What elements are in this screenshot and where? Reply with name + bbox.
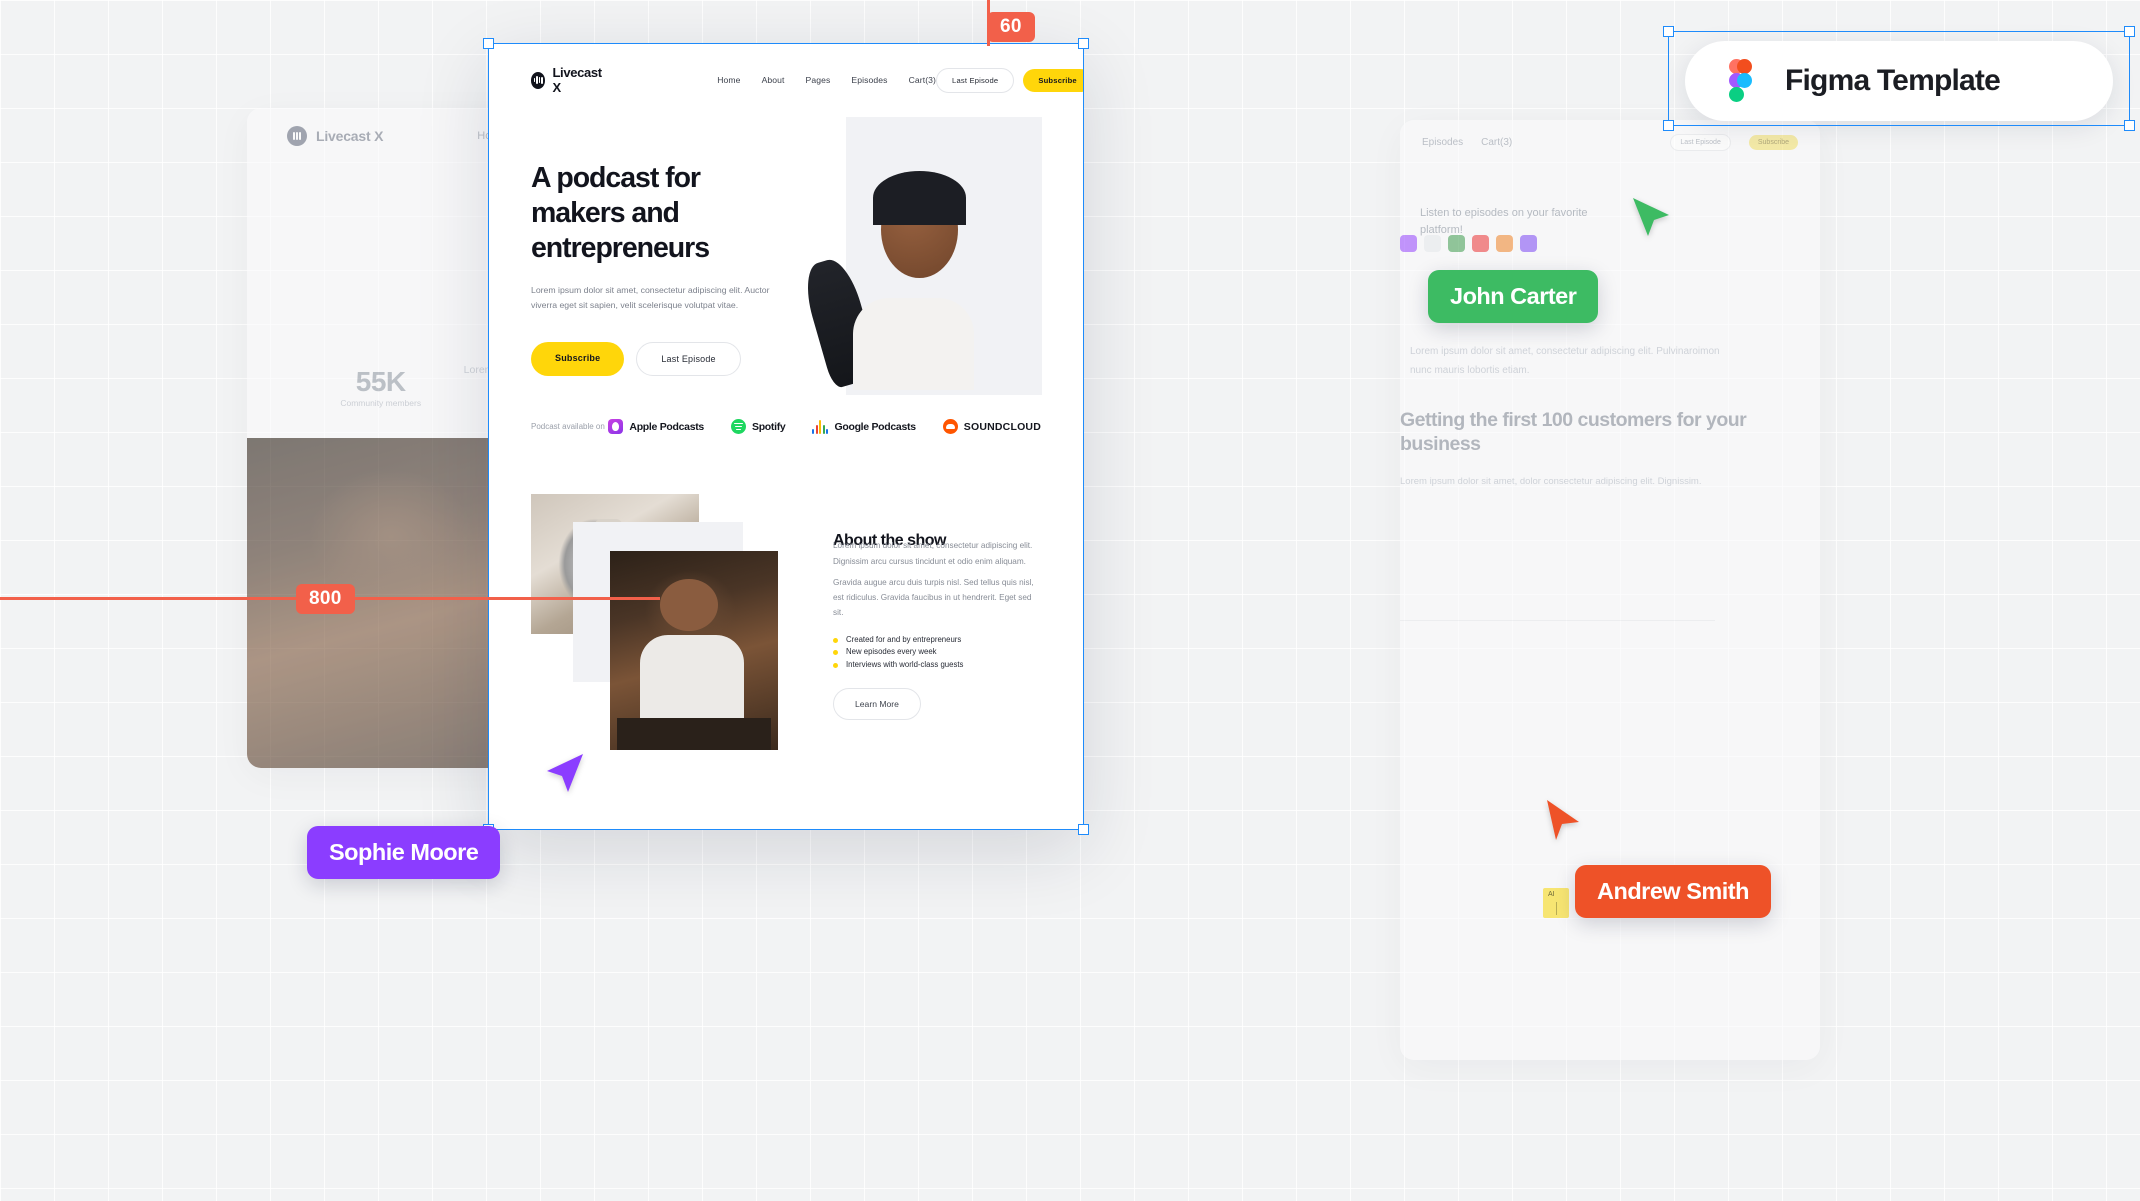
waveform-icon — [531, 71, 546, 89]
platform-google-podcasts[interactable]: Google Podcasts — [812, 419, 916, 434]
bg-right-last-episode-button[interactable]: Last Episode — [1670, 134, 1731, 151]
about-bullet: New episodes every week — [833, 647, 1041, 657]
bg-left-brand: Livecast X — [316, 128, 384, 144]
hero-copy: A podcast for makers and entrepreneurs L… — [531, 161, 771, 391]
hero-media — [801, 117, 1042, 395]
hero-paragraph: Lorem ipsum dolor sit amet, consectetur … — [531, 285, 770, 311]
bg-right-subscribe-button[interactable]: Subscribe — [1748, 135, 1798, 150]
platform-icon-apple[interactable] — [1400, 235, 1417, 252]
platform-label: SOUNDCLOUD — [963, 420, 1041, 433]
about-copy: About the show Lorem ipsum dolor sit ame… — [833, 494, 1041, 754]
about-bullet-list: Created for and by entrepreneurs New epi… — [833, 635, 1041, 669]
about-images — [531, 494, 823, 754]
figma-logo-icon — [1729, 59, 1759, 103]
stat-label: Community members — [340, 398, 422, 408]
stat-value: 55K — [355, 366, 406, 397]
platform-apple-podcasts[interactable]: Apple Podcasts — [608, 419, 704, 434]
brand-name: Livecast X — [552, 65, 602, 95]
platform-icon-soundcloud[interactable] — [1496, 235, 1513, 252]
bg-right-link-episodes[interactable]: Episodes — [1422, 137, 1463, 148]
hero-subscribe-button[interactable]: Subscribe — [531, 341, 625, 376]
nav-last-episode-button[interactable]: Last Episode — [936, 67, 1015, 93]
available-on-row: Podcast available on Apple Podcasts Spot… — [489, 419, 1083, 434]
google-podcasts-icon — [812, 419, 829, 434]
bg-right-subtext: Lorem ipsum dolor sit amet, dolor consec… — [1400, 475, 1702, 487]
about-section: About the show Lorem ipsum dolor sit ame… — [489, 434, 1083, 754]
hero-photo — [803, 147, 997, 390]
platform-logos: Apple Podcasts Spotify Google Podcasts S… — [608, 419, 1041, 434]
bg-right-heading: Getting the first 100 customers for your… — [1400, 409, 1747, 456]
apple-podcasts-icon — [608, 419, 624, 434]
about-bullet: Interviews with world-class guests — [833, 660, 1041, 670]
about-image-host — [610, 551, 778, 750]
site-navbar: Livecast X Home About Pages Episodes Car… — [489, 44, 1083, 95]
nav-subscribe-button[interactable]: Subscribe — [1023, 68, 1083, 92]
bg-left-stat: 55K Community members — [340, 366, 421, 409]
navbar-links: Home About Pages Episodes Cart(3) — [717, 75, 936, 85]
selected-artboard[interactable]: Livecast X Home About Pages Episodes Car… — [489, 44, 1083, 829]
nav-link-about[interactable]: About — [762, 75, 785, 85]
hero-heading: A podcast for makers and entrepreneurs — [531, 162, 710, 265]
bg-left-logo: Livecast X — [287, 126, 383, 146]
height-measure-badge: 800 — [296, 584, 355, 614]
about-learn-more-button[interactable]: Learn More — [833, 687, 921, 720]
figma-template-pill[interactable]: Figma Template — [1685, 41, 2113, 121]
background-artboard-right[interactable]: Episodes Cart(3) Last Episode Subscribe … — [1400, 120, 1820, 1060]
figma-template-label: Figma Template — [1785, 64, 2001, 97]
platform-label: Google Podcasts — [834, 420, 916, 433]
platform-soundcloud[interactable]: SOUNDCLOUD — [942, 419, 1041, 434]
hero-last-episode-button[interactable]: Last Episode — [636, 341, 741, 376]
width-measure-badge: 60 — [987, 12, 1035, 42]
platform-icon-spotify[interactable] — [1448, 235, 1465, 252]
platform-spotify[interactable]: Spotify — [730, 419, 786, 434]
site-logo[interactable]: Livecast X — [531, 65, 604, 95]
platform-icon-anchor[interactable] — [1520, 235, 1537, 252]
about-paragraph-1: Lorem ipsum dolor sit amet, consectetur … — [833, 541, 1033, 566]
spotify-icon — [730, 419, 746, 434]
cursor-label-john-carter: John Carter — [1428, 270, 1599, 323]
cursor-label-sophie-moore: Sophie Moore — [307, 826, 501, 879]
nav-link-pages[interactable]: Pages — [806, 75, 831, 85]
about-bullet: Created for and by entrepreneurs — [833, 635, 1041, 645]
platform-icon-youtube[interactable] — [1472, 235, 1489, 252]
cursor-label-andrew-smith: Andrew Smith — [1575, 865, 1771, 918]
platform-icon-google[interactable] — [1424, 235, 1441, 252]
bg-right-paragraph: Lorem ipsum dolor sit amet, consectetur … — [1410, 346, 1720, 376]
about-paragraph-2: Gravida augue arcu duis turpis nisl. Sed… — [833, 577, 1034, 618]
available-on-label: Podcast available on — [531, 422, 605, 431]
ai-note-label: AI — [1548, 891, 1555, 898]
hero-buttons: Subscribe Last Episode — [531, 341, 771, 376]
platform-label: Spotify — [751, 420, 786, 433]
waveform-icon — [287, 126, 307, 146]
navbar-actions: Last Episode Subscribe — [936, 67, 1083, 93]
bg-right-ai-note[interactable]: AI — [1543, 888, 1569, 918]
nav-link-home[interactable]: Home — [717, 75, 740, 85]
platform-label: Apple Podcasts — [629, 420, 704, 433]
nav-link-cart[interactable]: Cart(3) — [909, 75, 936, 85]
soundcloud-icon — [942, 419, 958, 434]
bg-right-link-cart[interactable]: Cart(3) — [1481, 137, 1512, 148]
bg-right-promo: Listen to episodes on your favorite plat… — [1420, 207, 1588, 237]
nav-link-episodes[interactable]: Episodes — [851, 75, 887, 85]
hero-section: A podcast for makers and entrepreneurs L… — [489, 95, 1083, 395]
